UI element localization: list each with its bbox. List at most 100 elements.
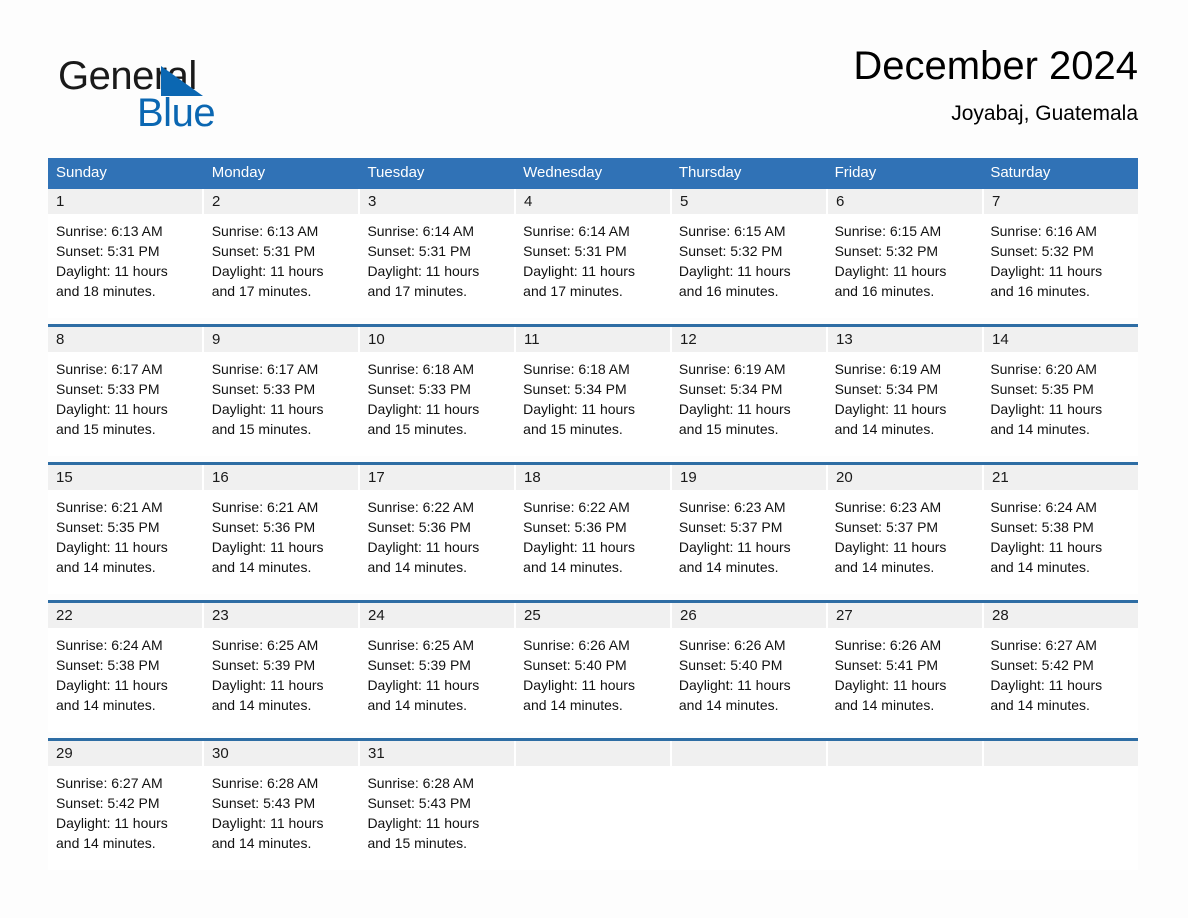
day-number[interactable]: 27: [828, 603, 984, 628]
day-cell[interactable]: Sunrise: 6:24 AM Sunset: 5:38 PM Dayligh…: [982, 490, 1139, 594]
day-number[interactable]: 19: [672, 465, 828, 490]
calendar-grid: Sunday Monday Tuesday Wednesday Thursday…: [48, 158, 1139, 870]
day-number[interactable]: 23: [204, 603, 360, 628]
day-number[interactable]: 28: [984, 603, 1138, 628]
day-number[interactable]: 17: [360, 465, 516, 490]
day-cell[interactable]: Sunrise: 6:19 AM Sunset: 5:34 PM Dayligh…: [826, 352, 983, 456]
day-cell[interactable]: Sunrise: 6:28 AM Sunset: 5:43 PM Dayligh…: [203, 766, 360, 870]
sunrise-text: Sunrise: 6:16 AM: [990, 223, 1097, 239]
daylight-text-line2: and 15 minutes.: [367, 835, 468, 851]
daylight-text-line1: Daylight: 11 hours: [56, 815, 168, 831]
day-cell[interactable]: Sunrise: 6:27 AM Sunset: 5:42 PM Dayligh…: [982, 628, 1139, 732]
day-number[interactable]: 14: [984, 327, 1138, 352]
day-number[interactable]: 21: [984, 465, 1138, 490]
daylight-text-line2: and 17 minutes.: [211, 283, 312, 299]
day-number[interactable]: 9: [204, 327, 360, 352]
sunrise-text: Sunrise: 6:22 AM: [523, 499, 630, 515]
day-number[interactable]: 3: [360, 189, 516, 214]
sunset-text: Sunset: 5:40 PM: [523, 657, 627, 673]
day-cell[interactable]: Sunrise: 6:17 AM Sunset: 5:33 PM Dayligh…: [48, 352, 204, 456]
day-number[interactable]: 26: [672, 603, 828, 628]
daylight-text-line2: and 16 minutes.: [678, 283, 779, 299]
brand-logo[interactable]: General Blue: [58, 54, 358, 144]
daylight-text-line2: and 14 minutes.: [990, 697, 1090, 713]
day-cell[interactable]: Sunrise: 6:27 AM Sunset: 5:42 PM Dayligh…: [48, 766, 204, 870]
sunset-text: Sunset: 5:39 PM: [367, 657, 471, 673]
weekday-header-thursday: Thursday: [678, 164, 742, 181]
day-cell[interactable]: Sunrise: 6:19 AM Sunset: 5:34 PM Dayligh…: [670, 352, 827, 456]
day-number[interactable]: 5: [672, 189, 828, 214]
day-number[interactable]: 25: [516, 603, 672, 628]
day-number[interactable]: 10: [360, 327, 516, 352]
daylight-text-line1: Daylight: 11 hours: [367, 401, 480, 417]
day-number[interactable]: 15: [48, 465, 204, 490]
day-number[interactable]: 22: [48, 603, 204, 628]
day-cell[interactable]: Sunrise: 6:24 AM Sunset: 5:38 PM Dayligh…: [48, 628, 204, 732]
daylight-text-line1: Daylight: 11 hours: [56, 677, 168, 693]
day-cell[interactable]: Sunrise: 6:23 AM Sunset: 5:37 PM Dayligh…: [670, 490, 827, 594]
day-cell[interactable]: Sunrise: 6:20 AM Sunset: 5:35 PM Dayligh…: [982, 352, 1139, 456]
day-cell[interactable]: Sunrise: 6:25 AM Sunset: 5:39 PM Dayligh…: [359, 628, 516, 732]
day-cell-empty: [515, 766, 671, 870]
week-row: 29 30 31 Sunrise: 6:27 AM Sunset: 5:42 P…: [48, 738, 1139, 870]
day-number[interactable]: 7: [984, 189, 1138, 214]
day-cell[interactable]: Sunrise: 6:28 AM Sunset: 5:43 PM Dayligh…: [359, 766, 516, 870]
day-number-empty: [984, 741, 1138, 766]
day-cell[interactable]: Sunrise: 6:16 AM Sunset: 5:32 PM Dayligh…: [982, 214, 1139, 318]
day-number[interactable]: 29: [48, 741, 204, 766]
day-cell[interactable]: Sunrise: 6:25 AM Sunset: 5:39 PM Dayligh…: [203, 628, 360, 732]
day-number[interactable]: 4: [516, 189, 672, 214]
sunrise-text: Sunrise: 6:28 AM: [367, 775, 475, 791]
weekday-header-row: Sunday Monday Tuesday Wednesday Thursday…: [48, 158, 1138, 189]
day-number[interactable]: 12: [672, 327, 828, 352]
day-cell[interactable]: Sunrise: 6:14 AM Sunset: 5:31 PM Dayligh…: [515, 214, 671, 318]
day-number[interactable]: 8: [48, 327, 204, 352]
daylight-text-line2: and 15 minutes.: [56, 421, 156, 437]
daylight-text-line1: Daylight: 11 hours: [990, 401, 1103, 417]
day-number[interactable]: 13: [828, 327, 984, 352]
daylight-text-line1: Daylight: 11 hours: [523, 539, 635, 555]
sunrise-text: Sunrise: 6:14 AM: [523, 223, 630, 239]
day-number[interactable]: 16: [204, 465, 360, 490]
day-number[interactable]: 11: [516, 327, 672, 352]
day-number[interactable]: 18: [516, 465, 672, 490]
day-cell[interactable]: Sunrise: 6:26 AM Sunset: 5:41 PM Dayligh…: [826, 628, 983, 732]
day-cell[interactable]: Sunrise: 6:21 AM Sunset: 5:35 PM Dayligh…: [48, 490, 204, 594]
day-number[interactable]: 31: [360, 741, 516, 766]
calendar-page: General Blue December 2024 Joyabaj, Guat…: [0, 0, 1188, 918]
day-number[interactable]: 20: [828, 465, 984, 490]
daylight-text-line2: and 14 minutes.: [834, 697, 935, 713]
day-cell[interactable]: Sunrise: 6:21 AM Sunset: 5:36 PM Dayligh…: [203, 490, 360, 594]
day-cell[interactable]: Sunrise: 6:18 AM Sunset: 5:34 PM Dayligh…: [515, 352, 671, 456]
day-cell[interactable]: Sunrise: 6:22 AM Sunset: 5:36 PM Dayligh…: [515, 490, 671, 594]
day-cell[interactable]: Sunrise: 6:18 AM Sunset: 5:33 PM Dayligh…: [359, 352, 516, 456]
daylight-text-line2: and 15 minutes.: [523, 421, 623, 437]
sunset-text: Sunset: 5:31 PM: [211, 243, 316, 259]
day-number[interactable]: 24: [360, 603, 516, 628]
daylight-text-line1: Daylight: 11 hours: [990, 539, 1103, 555]
week-row: 1 2 3 4 5 6 7 Sunrise: 6:13 AM Sunset: 5…: [48, 189, 1139, 318]
day-number[interactable]: 1: [48, 189, 204, 214]
weekday-header-tuesday: Tuesday: [367, 164, 425, 181]
sunrise-text: Sunrise: 6:21 AM: [211, 499, 319, 515]
day-cell[interactable]: Sunrise: 6:15 AM Sunset: 5:32 PM Dayligh…: [670, 214, 827, 318]
day-number[interactable]: 2: [204, 189, 360, 214]
day-cell[interactable]: Sunrise: 6:13 AM Sunset: 5:31 PM Dayligh…: [48, 214, 204, 318]
day-number[interactable]: 30: [204, 741, 360, 766]
week-daynumber-strip: 15 16 17 18 19 20 21: [48, 465, 1138, 490]
day-cell[interactable]: Sunrise: 6:14 AM Sunset: 5:31 PM Dayligh…: [359, 214, 516, 318]
daylight-text-line2: and 16 minutes.: [990, 283, 1090, 299]
day-cell[interactable]: Sunrise: 6:13 AM Sunset: 5:31 PM Dayligh…: [203, 214, 360, 318]
sunset-text: Sunset: 5:35 PM: [990, 381, 1094, 397]
day-number[interactable]: 6: [828, 189, 984, 214]
day-cell[interactable]: Sunrise: 6:23 AM Sunset: 5:37 PM Dayligh…: [826, 490, 983, 594]
day-cell[interactable]: Sunrise: 6:26 AM Sunset: 5:40 PM Dayligh…: [670, 628, 827, 732]
day-cell[interactable]: Sunrise: 6:15 AM Sunset: 5:32 PM Dayligh…: [826, 214, 983, 318]
sunrise-text: Sunrise: 6:21 AM: [56, 499, 163, 515]
daylight-text-line1: Daylight: 11 hours: [367, 677, 480, 693]
sunset-text: Sunset: 5:32 PM: [834, 243, 939, 259]
weekday-header-sunday: Sunday: [56, 164, 107, 181]
day-cell[interactable]: Sunrise: 6:17 AM Sunset: 5:33 PM Dayligh…: [203, 352, 360, 456]
day-cell[interactable]: Sunrise: 6:22 AM Sunset: 5:36 PM Dayligh…: [359, 490, 516, 594]
day-cell[interactable]: Sunrise: 6:26 AM Sunset: 5:40 PM Dayligh…: [515, 628, 671, 732]
